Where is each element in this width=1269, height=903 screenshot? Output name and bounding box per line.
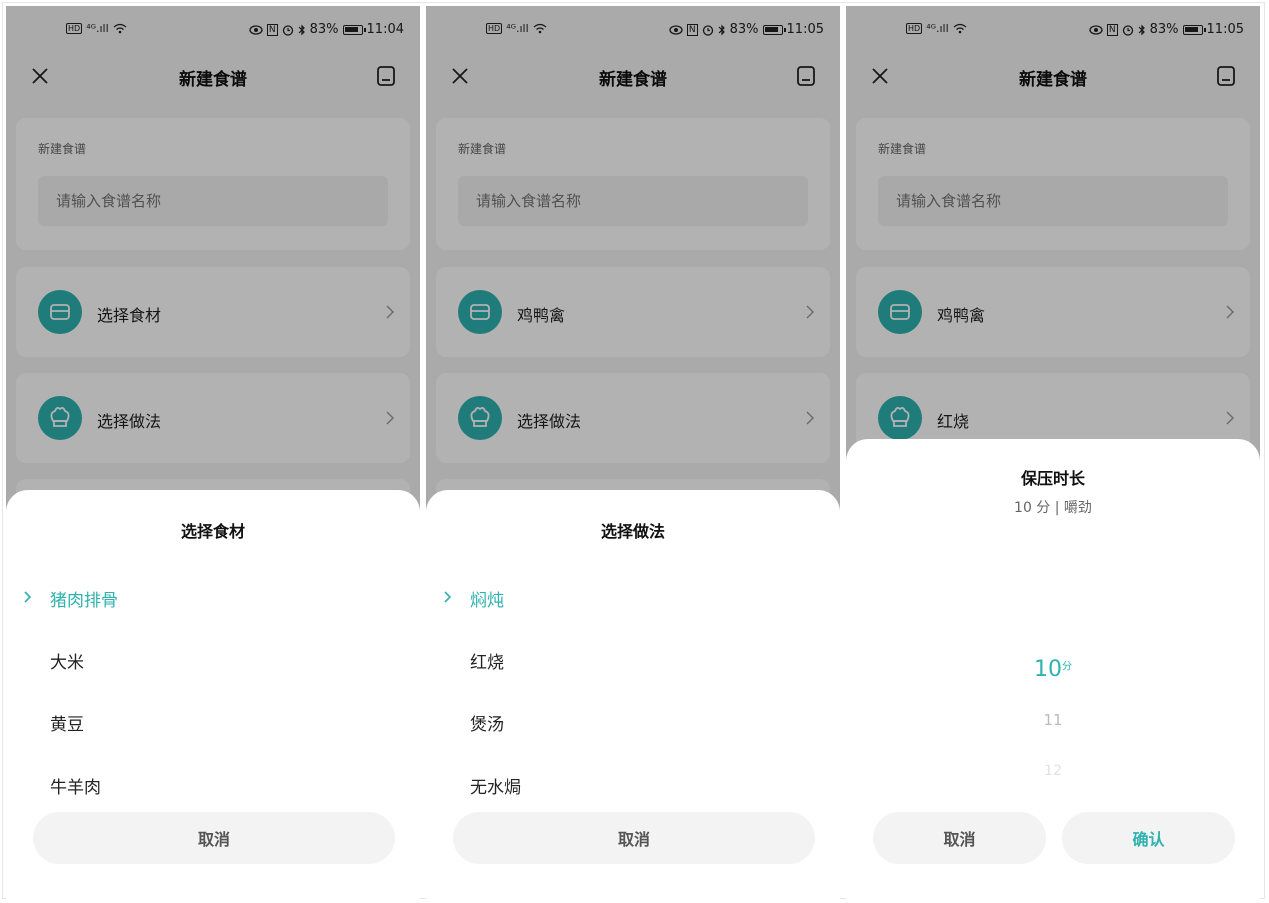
cancel-button[interactable]: 取消	[453, 812, 815, 864]
option-item[interactable]: 黄豆	[50, 710, 84, 735]
cancel-button[interactable]: 取消	[33, 812, 395, 864]
time-picker-selected[interactable]: 10分	[846, 657, 1260, 682]
option-item[interactable]: 焖炖	[470, 586, 504, 611]
phone-screen-1: HD ⁴ᴳ.ıll N 83% 11:04 新建食谱 新建食谱 选择食材	[6, 6, 420, 903]
option-item[interactable]: 大米	[50, 648, 84, 673]
bottom-sheet: 选择做法 焖炖 红烧 煲汤 无水焗 取消	[426, 490, 840, 903]
option-item[interactable]: 牛羊肉	[50, 773, 101, 798]
sheet-title: 选择做法	[600, 522, 665, 541]
confirm-button[interactable]: 确认	[1062, 812, 1235, 864]
selected-arrow-icon	[444, 591, 452, 603]
bottom-sheet: 选择食材 猪肉排骨 大米 黄豆 牛羊肉 取消	[6, 490, 420, 903]
option-item[interactable]: 猪肉排骨	[50, 586, 118, 611]
cancel-button[interactable]: 取消	[873, 812, 1046, 864]
selected-arrow-icon	[24, 591, 32, 603]
option-item[interactable]: 无水焗	[470, 773, 521, 798]
phone-screen-2: HD ⁴ᴳ.ıll N 83% 11:05 新建食谱 新建食谱 鸡鸭禽	[426, 6, 840, 903]
sheet-title: 选择食材	[180, 522, 245, 541]
phone-screen-3: HD ⁴ᴳ.ıll N 83% 11:05 新建食谱 新建食谱 鸡鸭禽	[846, 6, 1260, 903]
sheet-subtitle: 10 分 | 嚼劲	[1014, 500, 1092, 516]
option-item[interactable]: 红烧	[470, 648, 504, 673]
picker-unit: 分	[1062, 661, 1072, 673]
sheet-title: 保压时长	[1020, 469, 1085, 488]
picker-option-next[interactable]: 11	[846, 711, 1260, 729]
picker-option-after[interactable]: 12	[846, 763, 1260, 779]
bottom-sheet: 保压时长 10 分 | 嚼劲 10分 11 12 取消 确认	[846, 439, 1260, 903]
picker-selected-value: 10	[1034, 657, 1062, 682]
option-item[interactable]: 煲汤	[470, 710, 504, 735]
